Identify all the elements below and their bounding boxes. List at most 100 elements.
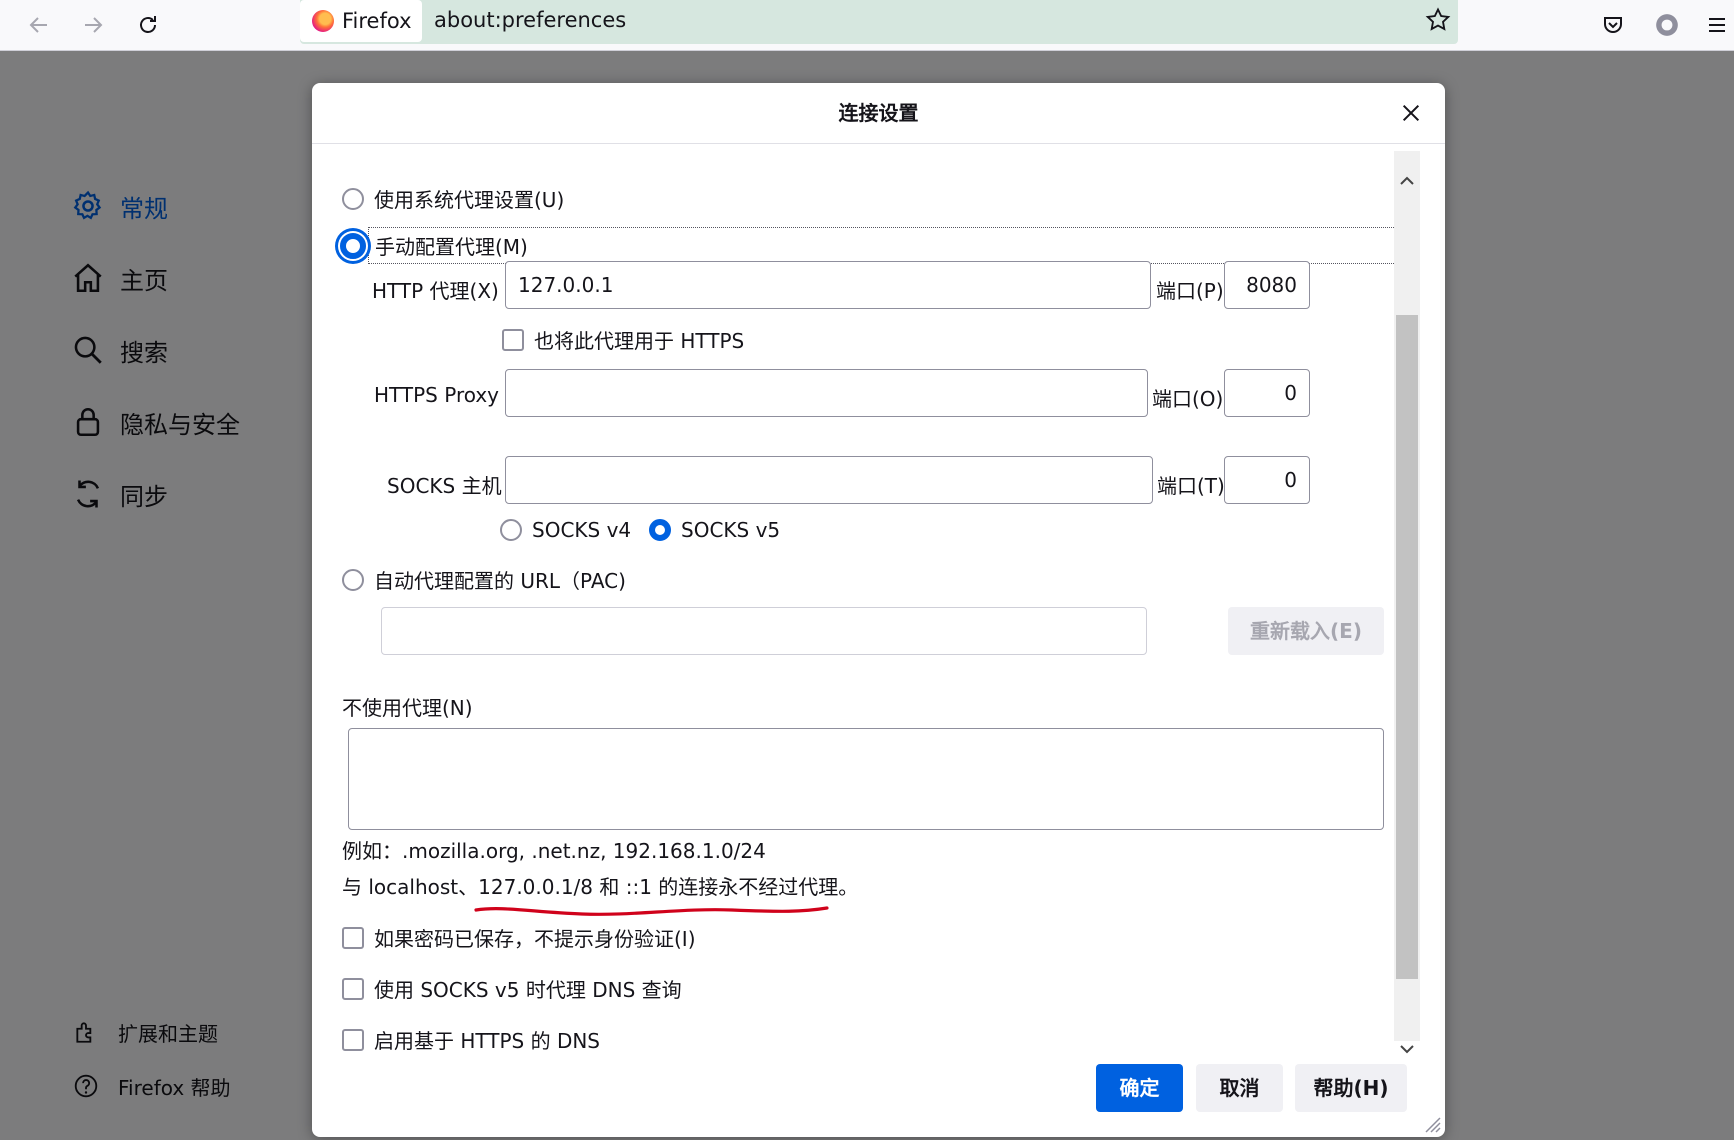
nav-item-general[interactable]: 常规 [70,170,240,242]
nav-label: Firefox 帮助 [118,1075,231,1100]
socks-host-label: SOCKS 主机 [387,474,502,498]
app-menu-button[interactable] [1700,8,1734,42]
nav-item-addons[interactable]: 扩展和主题 [72,1005,231,1059]
radio-socks-v4[interactable]: SOCKS v4 [500,518,631,542]
radio-auto-pac[interactable]: 自动代理配置的 URL（PAC) [342,565,626,594]
http-port-label: 端口(P) [1156,279,1224,303]
connection-settings-dialog: 连接设置 使用系统代理设置(U) 手动配置代理(M) HTTP 代理(X) 12… [312,83,1445,1137]
https-proxy-input[interactable] [505,369,1148,417]
forward-button[interactable] [76,8,110,42]
https-port-label: 端口(O) [1152,387,1224,411]
checkbox-socks-dns[interactable]: 使用 SOCKS v5 时代理 DNS 查询 [342,974,682,1003]
checkbox-no-auth-prompt[interactable]: 如果密码已保存，不提示身份验证(I) [342,923,696,952]
prefs-category-nav: 常规 主页 搜索 隐私与安全 同步 [70,170,240,530]
nav-item-privacy[interactable]: 隐私与安全 [70,386,240,458]
https-proxy-label: HTTPS Proxy [374,383,500,407]
checkbox[interactable] [502,328,524,351]
http-proxy-input[interactable]: 127.0.0.1 [505,261,1151,309]
chevron-up-icon [1400,176,1414,185]
note-suffix: 。 [838,875,859,899]
nav-label: 同步 [120,482,168,511]
checkbox[interactable] [342,977,364,1000]
nav-label: 搜索 [120,338,168,367]
nav-label: 常规 [120,194,168,223]
chevron-down-icon [1400,1045,1414,1054]
cancel-button[interactable]: 取消 [1196,1064,1283,1112]
checkbox-label: 启用基于 HTTPS 的 DNS [374,1029,601,1053]
pocket-icon [1604,17,1622,33]
prefs-nav-footer: 扩展和主题 Firefox 帮助 [72,1005,231,1113]
checkbox-label: 如果密码已保存，不提示身份验证(I) [374,927,696,951]
radio-label: SOCKS v4 [532,518,632,542]
account-button[interactable] [1650,8,1684,42]
radio-button[interactable] [500,519,522,541]
radio-socks-v5[interactable]: SOCKS v5 [649,518,780,542]
close-button[interactable] [1395,97,1427,129]
radio-button[interactable] [342,187,364,210]
checkbox[interactable] [342,1028,364,1051]
nav-item-help[interactable]: Firefox 帮助 [72,1059,231,1113]
nav-label: 隐私与安全 [120,410,240,439]
no-proxy-textarea[interactable] [348,728,1384,830]
reload-button[interactable] [131,8,165,42]
example-text: 例如：.mozilla.org, .net.nz, 192.168.1.0/24 [342,839,766,863]
reload-icon [140,16,156,33]
ok-button[interactable]: 确定 [1096,1064,1183,1112]
scrollbar-thumb[interactable] [1396,315,1418,979]
nav-label: 主页 [120,266,168,295]
gear-icon [70,188,106,224]
radio-button-selected[interactable] [649,519,671,541]
lock-icon [70,404,106,440]
radio-manual-proxy[interactable]: 手动配置代理(M) [340,231,528,260]
https-port-input[interactable]: 0 [1224,369,1310,417]
resize-grip-icon[interactable] [1421,1113,1441,1133]
help-button[interactable]: 帮助(H) [1295,1064,1407,1112]
checkbox-label: 使用 SOCKS v5 时代理 DNS 查询 [374,978,682,1002]
red-underline-annotation [474,906,829,916]
radio-button[interactable] [342,568,364,591]
help-icon [72,1072,100,1100]
arrow-right-icon [85,17,103,33]
browser-toolbar: Firefox about:preferences [0,0,1734,51]
account-icon [1656,14,1678,36]
dialog-title: 连接设置 [312,83,1445,144]
scroll-up-button[interactable] [1394,169,1420,193]
reload-pac-button[interactable]: 重新载入(E) [1228,607,1384,655]
pac-url-input[interactable] [381,607,1147,655]
http-port-input[interactable]: 8080 [1224,261,1310,309]
socks-host-input[interactable] [505,456,1153,504]
pocket-button[interactable] [1596,8,1630,42]
radio-label: 自动代理配置的 URL（PAC) [374,569,626,593]
radio-label: 使用系统代理设置(U) [374,188,565,212]
hamburger-menu-icon [1709,18,1725,32]
nav-item-search[interactable]: 搜索 [70,314,240,386]
radio-label: SOCKS v5 [681,518,781,542]
identity-box[interactable]: Firefox [300,0,422,42]
url-text[interactable]: about:preferences [434,8,626,32]
checkbox[interactable] [342,926,364,949]
dialog-content: 使用系统代理设置(U) 手动配置代理(M) HTTP 代理(X) 127.0.0… [312,144,1420,1064]
checkbox-also-https[interactable]: 也将此代理用于 HTTPS [502,325,744,354]
arrow-left-icon [29,17,47,33]
close-icon [1402,104,1420,122]
puzzle-icon [72,1018,100,1046]
checkbox-label: 也将此代理用于 HTTPS [534,329,745,353]
bookmark-star-icon[interactable] [1424,6,1452,38]
home-icon [70,260,106,296]
firefox-logo-icon [312,10,334,32]
url-bar[interactable]: Firefox about:preferences [300,0,1458,44]
note-prefix: 与 localhost、 [342,875,479,899]
checkbox-dns-over-https[interactable]: 启用基于 HTTPS 的 DNS [342,1025,600,1054]
no-proxy-label: 不使用代理(N) [342,696,473,720]
nav-item-home[interactable]: 主页 [70,242,240,314]
identity-label: Firefox [342,9,412,33]
radio-system-proxy[interactable]: 使用系统代理设置(U) [342,184,564,213]
socks-port-input[interactable]: 0 [1224,456,1310,504]
nav-label: 扩展和主题 [118,1021,218,1046]
http-proxy-label: HTTP 代理(X) [372,279,499,303]
nav-item-sync[interactable]: 同步 [70,458,240,530]
back-button[interactable] [22,8,56,42]
radio-button-selected[interactable] [340,232,366,259]
scroll-down-button[interactable] [1394,1037,1420,1061]
radio-label: 手动配置代理(M) [375,235,528,259]
